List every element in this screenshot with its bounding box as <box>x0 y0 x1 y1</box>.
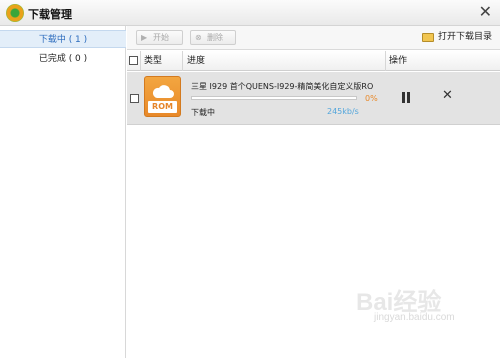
start-button-label: 开始 <box>153 33 169 42</box>
delete-button[interactable]: ⊗ 删除 <box>190 30 236 45</box>
column-header-progress: 进度 <box>183 51 386 71</box>
pause-icon-bar <box>402 92 405 103</box>
table-row[interactable]: ROM 三星 I929 首个QUENS-I929-精简美化自定义版RO 0% 下… <box>127 72 500 125</box>
table-header: 类型 进度 操作 <box>127 51 500 71</box>
cloud-icon <box>152 85 174 98</box>
title-bar: 下载管理 ✕ <box>0 0 500 26</box>
download-speed: 245kb/s <box>327 107 359 116</box>
delete-button-label: 删除 <box>207 33 223 42</box>
watermark-url: jingyan.baidu.com <box>374 312 455 323</box>
window-title: 下载管理 <box>28 8 72 21</box>
row-checkbox[interactable] <box>130 94 139 103</box>
progress-percent: 0% <box>365 94 378 103</box>
pause-icon-bar <box>407 92 410 103</box>
close-icon[interactable]: ✕ <box>479 2 492 22</box>
column-header-actions: 操作 <box>389 56 408 66</box>
download-status: 下载中 <box>191 108 215 117</box>
open-folder-label: 打开下载目录 <box>437 32 492 42</box>
start-button[interactable]: ▶ 开始 <box>136 30 183 45</box>
folder-icon <box>421 33 434 42</box>
watermark: Bai经验 jingyan.baidu.com <box>356 282 486 328</box>
column-header-type: 类型 <box>141 51 183 71</box>
delete-icon: ⊗ <box>195 33 202 42</box>
watermark-logo: Bai经验 <box>356 289 442 316</box>
sidebar: 下载中 ( 1 ) 已完成 ( 0 ) <box>0 26 126 358</box>
pause-button[interactable] <box>401 92 411 103</box>
sidebar-item-completed[interactable]: 已完成 ( 0 ) <box>0 50 126 68</box>
play-icon: ▶ <box>141 33 148 42</box>
app-logo-icon <box>6 4 24 22</box>
open-download-folder-button[interactable]: 打开下载目录 <box>421 30 492 45</box>
rom-file-icon: ROM <box>144 76 181 117</box>
sidebar-item-downloading[interactable]: 下载中 ( 1 ) <box>0 30 126 48</box>
toolbar: ▶ 开始 ⊗ 删除 打开下载目录 <box>127 26 500 50</box>
select-all-checkbox[interactable] <box>129 56 138 65</box>
rom-badge-label: ROM <box>148 101 177 113</box>
header-select-cell <box>127 51 141 71</box>
file-name: 三星 I929 首个QUENS-I929-精简美化自定义版RO <box>191 82 374 91</box>
cancel-download-button[interactable]: ✕ <box>442 88 453 103</box>
progress-bar <box>191 96 357 100</box>
